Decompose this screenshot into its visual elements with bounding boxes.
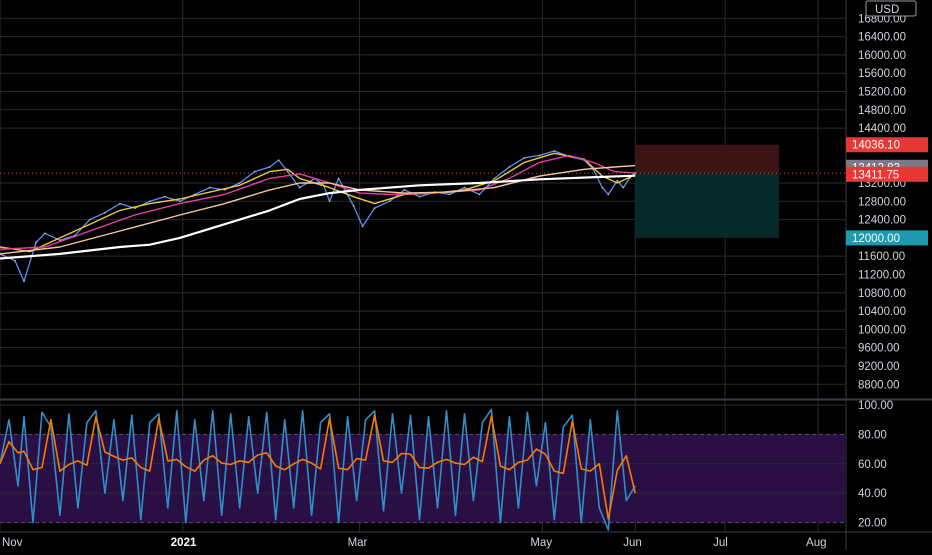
price-point — [104, 211, 106, 214]
chart-canvas[interactable]: 16800.0016400.0016000.0015600.0015200.00… — [0, 0, 932, 550]
stochastic-tick-label: 100.00 — [858, 400, 893, 412]
price-tick-label: 11600.00 — [858, 251, 905, 263]
price-point — [268, 166, 271, 168]
price-tick-label: 8800.00 — [858, 379, 900, 391]
price-tick-label: 12800.00 — [858, 196, 906, 208]
price-tick-label: 10000.00 — [858, 324, 906, 336]
stochastic-tick-label: 20.00 — [858, 518, 887, 530]
price-tick-label: 15600.00 — [858, 68, 906, 80]
price-point — [149, 200, 151, 203]
price-point — [463, 186, 466, 189]
stochastic-tick-label: 40.00 — [858, 488, 887, 500]
currency-label[interactable]: USD — [875, 4, 899, 16]
price-point — [418, 195, 421, 198]
price-point — [523, 157, 526, 159]
time-tick-label: Jun — [623, 537, 642, 549]
price-point — [298, 186, 301, 189]
price-tick-label: 14800.00 — [858, 105, 906, 117]
price-point — [89, 218, 91, 221]
price-badge-label: 13411.75 — [852, 169, 899, 181]
price-point — [361, 225, 364, 228]
price-badge-label: 14036.10 — [852, 140, 900, 152]
price-point — [616, 179, 619, 182]
price-point — [373, 207, 376, 209]
price-badge-label: 12000.00 — [852, 233, 900, 245]
stochastic-tick-label: 60.00 — [858, 459, 887, 471]
time-tick-label: Aug — [806, 537, 826, 549]
price-point — [448, 193, 451, 196]
price-tick-label: 15200.00 — [858, 86, 906, 98]
price-tick-label: 10800.00 — [858, 288, 906, 300]
price-point — [478, 193, 481, 196]
price-point — [601, 186, 604, 189]
time-tick-label: May — [530, 537, 552, 549]
price-tick-label: 9200.00 — [858, 361, 900, 373]
position-target-zone[interactable] — [635, 173, 780, 238]
price-point — [352, 205, 355, 207]
price-point — [508, 166, 511, 168]
price-tick-label: 16400.00 — [858, 32, 906, 44]
price-point — [44, 232, 46, 235]
trading-chart[interactable]: 16800.00 16400.00 16000.00 15600.00 15200.00… — [0, 0, 932, 550]
price-tick-label: 11200.00 — [858, 269, 905, 281]
price-tick-label: 16000.00 — [858, 50, 906, 62]
stochastic-tick-label: 80.00 — [858, 429, 887, 441]
price-point — [622, 186, 625, 189]
price-point — [277, 159, 280, 161]
price-tick-label: 9600.00 — [858, 343, 900, 355]
price-tick-label: 12400.00 — [858, 215, 906, 227]
price-point — [553, 150, 556, 152]
price-point — [178, 200, 181, 203]
price-point — [607, 193, 610, 196]
price-point — [23, 280, 25, 283]
price-point — [164, 195, 166, 198]
price-point — [208, 186, 211, 189]
price-point — [238, 182, 241, 184]
price-point — [403, 189, 406, 191]
time-tick-label: Mar — [348, 537, 368, 549]
price-point — [337, 177, 340, 180]
price-point — [328, 200, 331, 203]
price-point — [253, 170, 256, 173]
time-tick-label: 2021 — [171, 537, 197, 549]
price-point — [119, 202, 121, 205]
price-tick-label: 10400.00 — [858, 306, 906, 318]
price-point — [538, 154, 541, 157]
time-tick-label: Jul — [713, 537, 728, 549]
price-point — [286, 170, 289, 173]
price-point — [14, 259, 16, 262]
price-point — [388, 200, 391, 203]
position-stop-zone[interactable] — [635, 144, 780, 174]
time-tick-label: Nov — [2, 537, 23, 549]
price-point — [35, 241, 37, 244]
price-point — [493, 177, 496, 180]
price-tick-label: 14400.00 — [858, 123, 906, 135]
